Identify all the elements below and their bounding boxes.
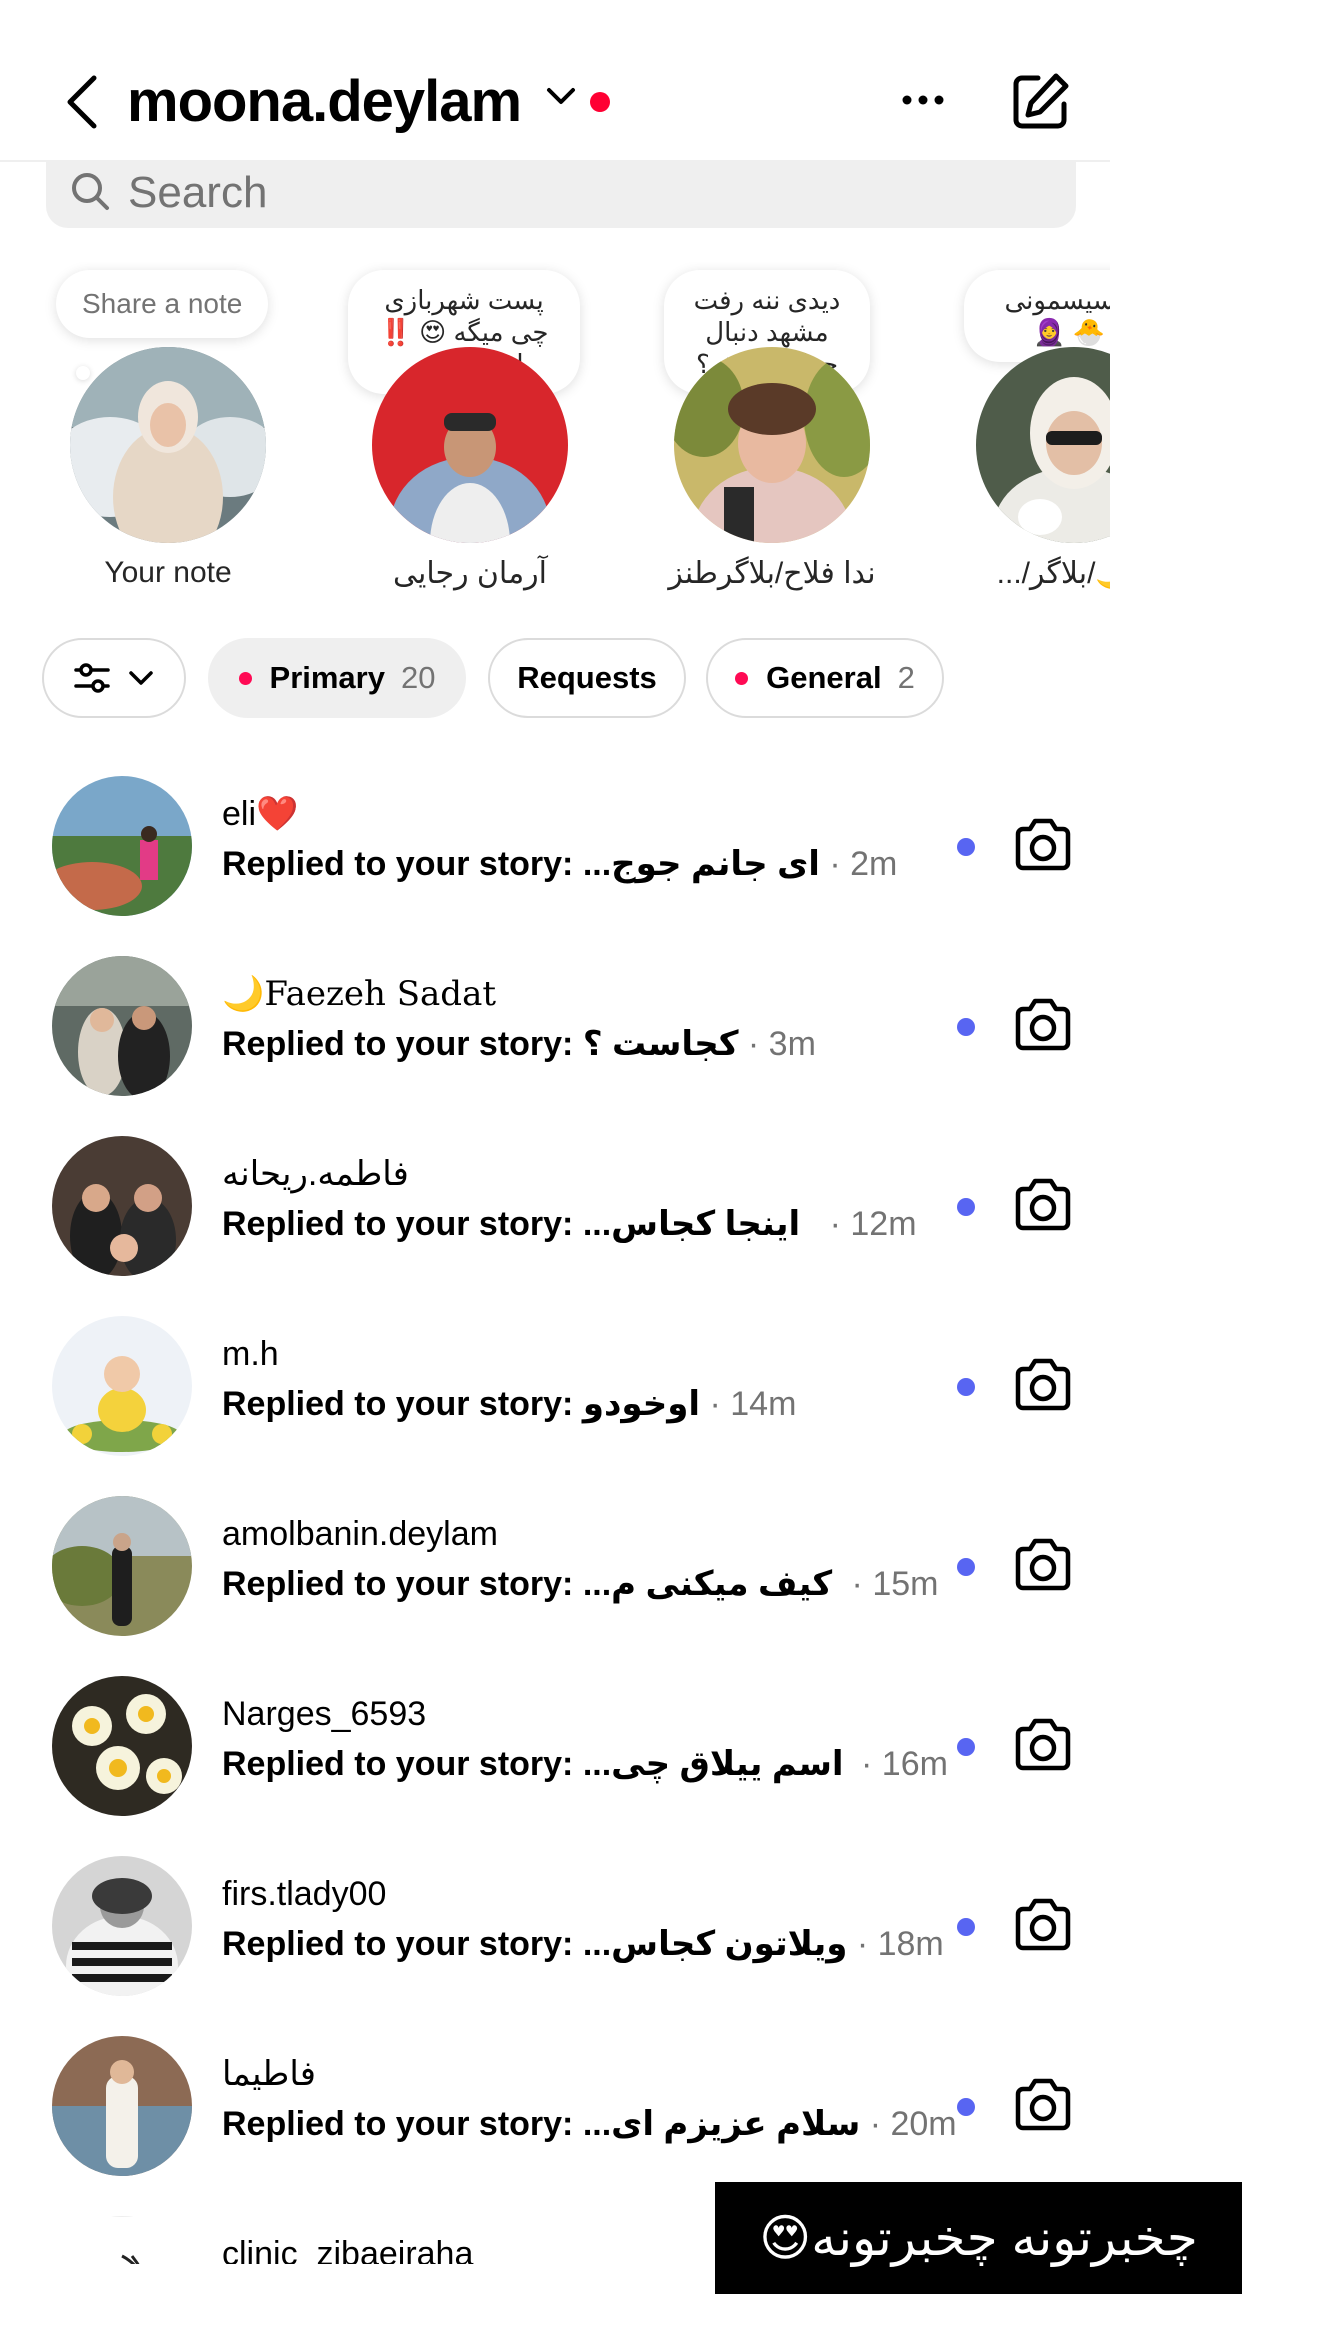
thread-name: 🌙Faezeh Sadat	[222, 974, 497, 1014]
notes-tray: Share a note Your note پست شهربازی چی می…	[0, 262, 1110, 602]
account-username[interactable]: moona.deylam	[127, 62, 522, 142]
ellipsis-icon	[902, 95, 944, 105]
chip-label: Requests	[517, 660, 657, 695]
thread-name: eli❤️	[222, 795, 299, 833]
filter-chip-general[interactable]: General 2	[706, 638, 944, 718]
search-bar[interactable]: Search	[46, 160, 1076, 228]
avatar[interactable]	[52, 2036, 192, 2176]
notification-dot	[590, 92, 610, 112]
note-item[interactable]: Share a note Your note	[18, 262, 318, 602]
thread-preview: Replied to your story: اوخودو · 14m	[222, 1385, 797, 1423]
caption-overlay: چخبرتونه چخبرتونه😍	[715, 2182, 1242, 2294]
avatar[interactable]	[70, 347, 266, 543]
avatar[interactable]	[52, 1676, 192, 1816]
thread-row[interactable]: firs.tlady00 Replied to your story: ویلا…	[0, 1836, 1110, 2016]
unread-dot	[957, 838, 975, 856]
avatar[interactable]	[674, 347, 870, 543]
filter-chip-primary[interactable]: Primary 20	[208, 638, 466, 718]
unread-dot	[957, 1018, 975, 1036]
camera-icon[interactable]	[1012, 1356, 1074, 1414]
thread-preview: Replied to your story: سلام عزیزم ای... …	[222, 2105, 957, 2143]
unread-dot	[957, 1918, 975, 1936]
thread-row[interactable]: 🌙Faezeh Sadat Replied to your story: کجا…	[0, 936, 1110, 1116]
thread-preview: Replied to your story: کجاست ؟ · 3m	[222, 1025, 816, 1063]
note-item[interactable]: دیدی ننه رفت مشهد دنبال جواد و زنش؟ ندا …	[622, 262, 922, 602]
thread-preview: Replied to your story: اسم ییلاق چی... ·…	[222, 1745, 948, 1783]
chip-unread-dot	[238, 671, 252, 685]
sliders-icon	[74, 663, 110, 693]
camera-icon[interactable]	[1012, 1896, 1074, 1954]
chevron-down-icon	[129, 671, 153, 685]
thread-row[interactable]: فاطمه.ریحانه Replied to your story: اینج…	[0, 1116, 1110, 1296]
thread-preview: Replied to your story: اینجا کجاس... · 1…	[222, 1205, 917, 1243]
camera-icon[interactable]	[1012, 816, 1074, 874]
more-options-button[interactable]	[895, 80, 951, 120]
note-label: Your note	[104, 556, 232, 589]
avatar[interactable]	[52, 1856, 192, 1996]
filter-settings-button[interactable]	[42, 638, 186, 718]
unread-dot	[957, 1738, 975, 1756]
thread-preview: Replied to your story: ای جانم جوج... · …	[222, 845, 898, 883]
avatar[interactable]	[52, 1316, 192, 1456]
avatar[interactable]	[52, 776, 192, 916]
chevron-down-icon[interactable]	[546, 86, 576, 106]
avatar[interactable]	[52, 1136, 192, 1276]
avatar[interactable]	[976, 347, 1110, 543]
camera-icon[interactable]	[1012, 1176, 1074, 1234]
search-placeholder: Search	[128, 168, 268, 217]
note-label: آرمان رجایی	[393, 557, 547, 590]
thread-name: firs.tlady00	[222, 1875, 387, 1913]
note-label: ندا فلاح/بلاگرطنز	[668, 557, 876, 590]
unread-dot	[957, 2098, 975, 2116]
thread-row[interactable]: Narges_6593 Replied to your story: اسم ی…	[0, 1656, 1110, 1836]
thread-name: فاطیما	[222, 2055, 316, 2093]
back-button[interactable]	[58, 72, 106, 132]
avatar[interactable]	[52, 956, 192, 1096]
camera-icon[interactable]	[1012, 1716, 1074, 1774]
top-bar: moona.deylam	[0, 0, 1110, 162]
thread-row[interactable]: m.h Replied to your story: اوخودو · 14m	[0, 1296, 1110, 1476]
thread-name: m.h	[222, 1335, 279, 1373]
thread-name: فاطمه.ریحانه	[222, 1155, 409, 1193]
note-item[interactable]: پست شهربازی چی میگه 😍 ‼️ اولین بار.... آ…	[320, 262, 620, 602]
chip-count: 2	[897, 660, 915, 695]
camera-icon[interactable]	[1012, 1536, 1074, 1594]
thread-name: amolbanin.deylam	[222, 1515, 498, 1553]
chip-label: General	[766, 660, 882, 695]
chip-count: 20	[400, 660, 436, 695]
thread-row[interactable]: فاطیما Replied to your story: سلام عزیزم…	[0, 2016, 1110, 2196]
search-icon	[72, 173, 109, 210]
unread-dot	[957, 1558, 975, 1576]
avatar[interactable]	[52, 1496, 192, 1636]
note-bubble[interactable]: Share a note	[56, 270, 269, 338]
note-item[interactable]: د سیسمونی 🐣 🧕 م🌙/بلاگر/...	[924, 262, 1110, 602]
thread-preview: Replied to your story: ویلاتون کجاس... ·…	[222, 1925, 944, 1963]
avatar[interactable]	[372, 347, 568, 543]
list-bottom-mask	[0, 2264, 700, 2346]
chevron-left-icon	[67, 75, 97, 129]
unread-dot	[957, 1378, 975, 1396]
compose-icon[interactable]	[1010, 70, 1072, 132]
chip-unread-dot	[735, 671, 749, 685]
thread-name: Narges_6593	[222, 1695, 427, 1733]
chip-label: Primary	[269, 660, 385, 695]
thread-preview: Replied to your story: کیف میکنی م... · …	[222, 1565, 939, 1603]
unread-dot	[957, 1198, 975, 1216]
note-label: م🌙/بلاگر/...	[996, 557, 1110, 590]
thread-row[interactable]: amolbanin.deylam Replied to your story: …	[0, 1476, 1110, 1656]
filter-chip-requests[interactable]: Requests	[488, 638, 686, 718]
camera-icon[interactable]	[1012, 996, 1074, 1054]
camera-icon[interactable]	[1012, 2076, 1074, 2134]
thread-row[interactable]: eli❤️ Replied to your story: ای جانم جوج…	[0, 756, 1110, 936]
